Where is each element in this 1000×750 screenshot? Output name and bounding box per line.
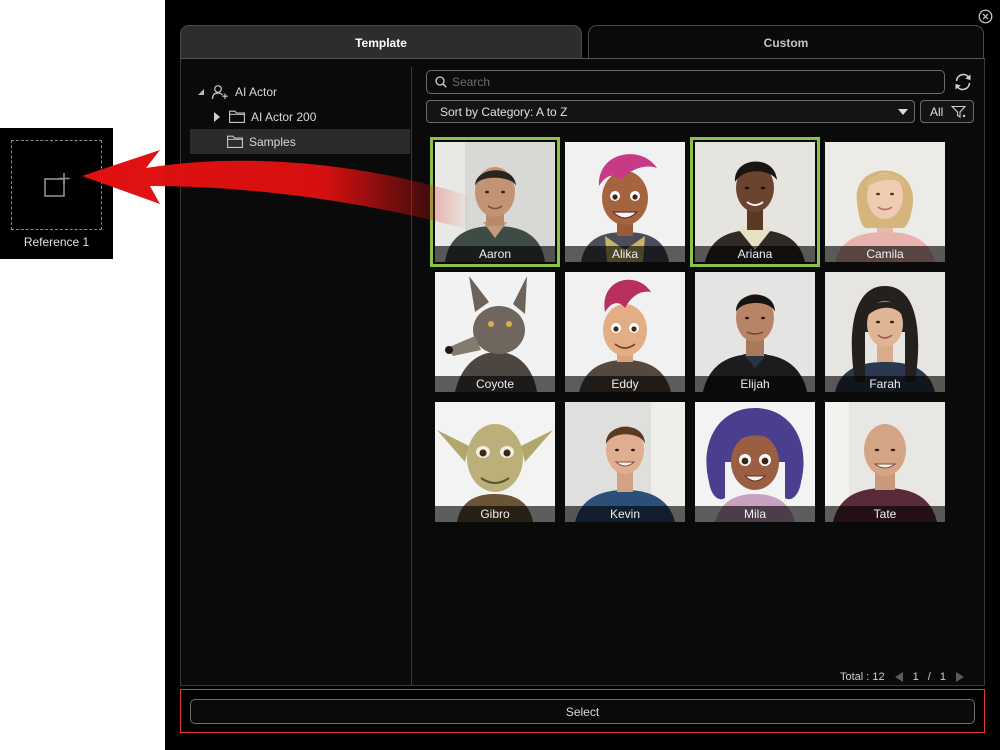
tree-item-label: AI Actor [235,84,278,99]
add-person-icon [211,84,228,99]
item-name: Aaron [435,246,555,262]
panel-splitter[interactable] [411,67,412,685]
portrait-thumbnail [435,402,555,522]
reference-label: Reference 1 [23,235,90,249]
portrait-thumbnail [435,272,555,392]
template-grid: Aaron Alika Ariana Camila Coyote Eddy El… [430,137,955,532]
total-count: Total : 12 [840,671,885,683]
item-name: Ariana [695,246,815,262]
tree-item-samples[interactable]: Samples [190,129,410,154]
pagination: Total : 12 1 / 1 [840,669,964,685]
template-item-aaron[interactable]: Aaron [430,137,560,267]
template-dialog: Template Custom AI Actor AI Actor 200 Sa… [165,0,1000,750]
portrait-thumbnail [825,272,945,392]
collapsed-arrow-icon[interactable] [213,111,221,122]
item-name: Mila [695,506,815,522]
tab-custom[interactable]: Custom [588,25,984,59]
item-name: Camila [825,246,945,262]
portrait-thumbnail [565,272,685,392]
filter-icon [951,105,967,118]
portrait-thumbnail [825,402,945,522]
portrait-thumbnail [695,142,815,262]
item-name: Kevin [565,506,685,522]
item-name: Farah [825,376,945,392]
sort-dropdown[interactable]: Sort by Category: A to Z [426,100,915,123]
search-input[interactable] [452,75,932,89]
search-icon [435,76,447,88]
select-highlight-frame: Select [180,689,985,733]
portrait-thumbnail [695,272,815,392]
portrait-thumbnail [695,402,815,522]
filter-label: All [930,104,944,119]
content-panel: AI Actor AI Actor 200 Samples Search Sor… [180,58,985,686]
portrait-thumbnail [565,142,685,262]
template-item-elijah[interactable]: Elijah [695,272,815,392]
add-media-icon [43,173,69,197]
template-item-mila[interactable]: Mila [695,402,815,522]
template-item-ariana[interactable]: Ariana [690,137,820,267]
page-count: 1 [939,671,946,683]
search-box[interactable] [426,70,945,94]
tab-template[interactable]: Template [180,25,582,59]
item-name: Coyote [435,376,555,392]
item-name: Eddy [565,376,685,392]
template-item-farah[interactable]: Farah [825,272,945,392]
item-name: Tate [825,506,945,522]
tree-item-ai-actor-200[interactable]: AI Actor 200 [213,104,316,129]
select-button[interactable]: Select [190,699,975,724]
sort-value: Sort by Category: A to Z [440,104,568,119]
folder-icon [229,110,245,123]
prev-page-icon[interactable] [894,672,903,682]
reference-slot[interactable]: Reference 1 [0,128,113,259]
next-page-icon[interactable] [955,672,964,682]
expanded-arrow-icon[interactable] [197,88,205,96]
folder-icon [227,135,243,148]
item-name: Alika [565,246,685,262]
portrait-thumbnail [565,402,685,522]
chevron-down-icon [898,109,908,115]
close-icon[interactable] [978,9,993,24]
refresh-icon[interactable] [952,71,974,93]
template-item-camila[interactable]: Camila [825,142,945,262]
portrait-thumbnail [825,142,945,262]
template-item-tate[interactable]: Tate [825,402,945,522]
tree-item-label: AI Actor 200 [251,109,317,124]
tree-item-ai-actor[interactable]: AI Actor [197,79,277,104]
template-item-gibro[interactable]: Gibro [435,402,555,522]
template-item-coyote[interactable]: Coyote [435,272,555,392]
item-name: Gibro [435,506,555,522]
template-item-kevin[interactable]: Kevin [565,402,685,522]
reference-drop-zone[interactable] [11,140,102,230]
current-page: 1 [912,671,919,683]
template-item-eddy[interactable]: Eddy [565,272,685,392]
portrait-thumbnail [435,142,555,262]
filter-button[interactable]: All [920,100,974,123]
page-separator: / [927,671,931,683]
template-item-alika[interactable]: Alika [565,142,685,262]
tree-item-label: Samples [249,134,296,149]
item-name: Elijah [695,376,815,392]
